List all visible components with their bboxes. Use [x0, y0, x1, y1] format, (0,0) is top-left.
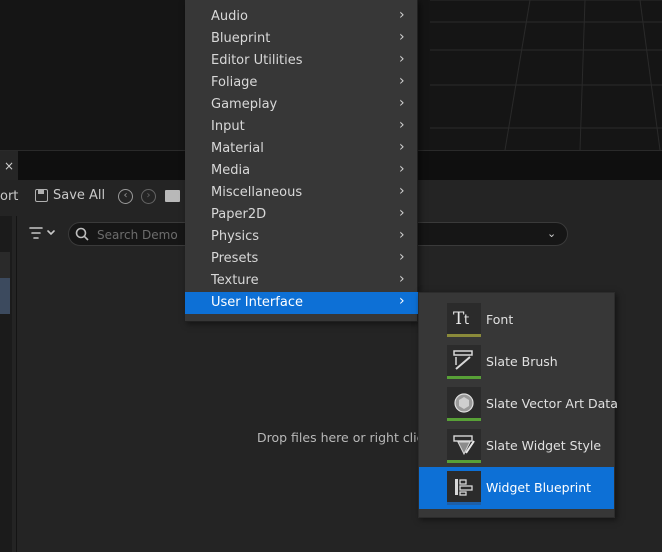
slate-brush-icon [447, 345, 481, 379]
filter-icon[interactable] [28, 224, 58, 242]
forward-arrow-icon[interactable]: › [141, 189, 156, 204]
menu-item-presets[interactable]: Presets › [185, 248, 418, 270]
menu-item-paper2d[interactable]: Paper2D › [185, 204, 418, 226]
menu-item-label: Gameplay [211, 97, 278, 112]
menu-item-label: Miscellaneous [211, 185, 303, 200]
menu-item-material[interactable]: Material › [185, 138, 418, 160]
widget-style-icon [447, 429, 481, 463]
chevron-down-icon[interactable]: ⌄ [547, 227, 556, 240]
chevron-right-icon: › [399, 183, 405, 199]
menu-item-input[interactable]: Input › [185, 116, 418, 138]
submenu-item-slate-brush[interactable]: Slate Brush [419, 341, 614, 383]
chevron-right-icon: › [399, 117, 405, 133]
panel-divider[interactable] [16, 216, 17, 552]
vector-art-icon [447, 387, 481, 421]
chevron-right-icon: › [399, 73, 405, 89]
chevron-right-icon: › [399, 227, 405, 243]
chevron-right-icon: › [399, 95, 405, 111]
submenu-item-label: Font [486, 312, 514, 327]
menu-item-gameplay[interactable]: Gameplay › [185, 94, 418, 116]
menu-item-label: Foliage [211, 75, 258, 90]
menu-item-audio[interactable]: Audio › [185, 6, 418, 28]
menu-item-label: Audio [211, 9, 248, 24]
import-button[interactable]: ort [0, 189, 18, 204]
widget-blueprint-icon [447, 471, 481, 505]
font-icon: T t [447, 303, 481, 337]
chevron-right-icon: › [399, 249, 405, 265]
chevron-right-icon: › [399, 51, 405, 67]
menu-item-label: Media [211, 163, 251, 178]
submenu-item-label: Slate Brush [486, 354, 558, 369]
menu-item-label: Blueprint [211, 31, 271, 46]
chevron-right-icon: › [399, 7, 405, 23]
menu-item-miscellaneous[interactable]: Miscellaneous › [185, 182, 418, 204]
svg-text:t: t [464, 313, 469, 328]
menu-item-label: Physics [211, 229, 260, 244]
menu-item-label: User Interface [211, 295, 303, 310]
menu-item-physics[interactable]: Physics › [185, 226, 418, 248]
submenu-item-label: Slate Widget Style [486, 438, 602, 453]
menu-item-media[interactable]: Media › [185, 160, 418, 182]
chevron-right-icon: › [399, 161, 405, 177]
menu-item-editor-utilities[interactable]: Editor Utilities › [185, 50, 418, 72]
menu-item-foliage[interactable]: Foliage › [185, 72, 418, 94]
back-arrow-icon[interactable]: ‹ [118, 189, 133, 204]
menu-item-label: Texture [211, 273, 259, 288]
sources-selected-row[interactable] [0, 278, 10, 314]
save-all-label: Save All [53, 188, 106, 203]
close-icon[interactable]: × [4, 159, 14, 173]
content-browser-tab[interactable]: × [0, 151, 18, 181]
submenu-item-widget-blueprint[interactable]: Widget Blueprint [419, 467, 614, 509]
menu-item-label: Material [211, 141, 264, 156]
chevron-right-icon: › [399, 205, 405, 221]
submenu-item-label: Slate Vector Art Data [486, 396, 618, 411]
sources-row[interactable] [0, 252, 10, 278]
submenu-item-font[interactable]: T t Font [419, 299, 614, 341]
menu-item-user-interface[interactable]: User Interface › [185, 292, 418, 314]
menu-item-blueprint[interactable]: Blueprint › [185, 28, 418, 50]
user-interface-submenu: T t Font Slate Brush Slate Vector Art Da… [418, 292, 618, 518]
menu-item-label: Editor Utilities [211, 53, 303, 68]
menu-item-label: Input [211, 119, 245, 134]
submenu-item-slate-widget-style[interactable]: Slate Widget Style [419, 425, 614, 467]
menu-item-label: Paper2D [211, 207, 267, 222]
menu-item-texture[interactable]: Texture › [185, 270, 418, 292]
add-new-context-menu: Audio › Blueprint › Editor Utilities › F… [185, 0, 418, 322]
menu-item-label: Presets [211, 251, 259, 266]
chevron-right-icon: › [399, 139, 405, 155]
search-icon [75, 227, 89, 241]
save-all-button[interactable]: Save All [35, 188, 105, 203]
submenu-item-slate-vector-art-data[interactable]: Slate Vector Art Data [419, 383, 618, 425]
submenu-item-label: Widget Blueprint [486, 480, 592, 495]
chevron-right-icon: › [399, 293, 405, 309]
chevron-right-icon: › [399, 271, 405, 287]
chevron-right-icon: › [399, 29, 405, 45]
drop-hint-text: Drop files here or right click [257, 430, 431, 445]
save-icon [35, 189, 48, 202]
sources-panel-edge [0, 216, 12, 552]
folder-icon[interactable] [165, 190, 180, 202]
